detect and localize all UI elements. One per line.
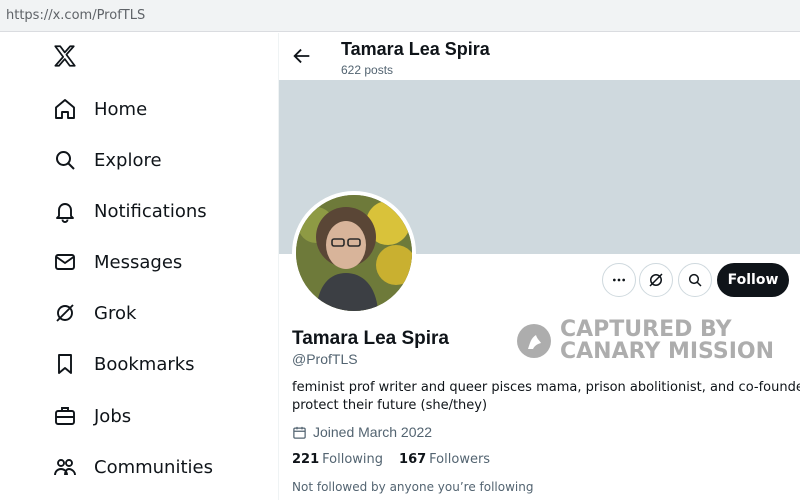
sidebar-item-grok[interactable]: Grok: [52, 293, 136, 333]
following-link[interactable]: 221 Following: [292, 452, 383, 467]
watermark-line-1: CAPTURED BY: [560, 317, 732, 342]
followers-link[interactable]: 167 Followers: [399, 452, 490, 467]
sidebar-item-label: Bookmarks: [94, 353, 195, 375]
back-arrow-icon[interactable]: [291, 45, 313, 67]
following-label: Following: [322, 452, 384, 467]
header-post-count: 622 posts: [341, 63, 394, 77]
search-profile-button[interactable]: [678, 263, 712, 297]
more-options-button[interactable]: [602, 263, 636, 297]
sidebar-item-notifications[interactable]: Notifications: [52, 191, 207, 231]
browser-address-bar[interactable]: https://x.com/ProfTLS: [0, 0, 800, 32]
bio-line-1: feminist prof writer and queer pisces ma…: [292, 380, 800, 395]
profile-bio: feminist prof writer and queer pisces ma…: [292, 379, 800, 415]
profile-name: Tamara Lea Spira: [292, 328, 450, 349]
follow-counts: 221 Following 167 Followers: [292, 452, 506, 467]
profile-handle: @ProfTLS: [292, 351, 358, 367]
search-icon: [52, 147, 78, 173]
follow-button[interactable]: Follow: [717, 263, 789, 297]
canary-logo-icon: [517, 324, 551, 358]
following-count: 221: [292, 452, 320, 467]
joined-label: Joined March 2022: [313, 424, 433, 440]
sidebar-item-label: Notifications: [94, 200, 207, 222]
sidebar-item-bookmarks[interactable]: Bookmarks: [52, 344, 195, 384]
grok-icon: [649, 273, 663, 287]
x-logo-icon[interactable]: [52, 43, 80, 71]
sidebar-item-label: Messages: [94, 251, 183, 273]
avatar[interactable]: [292, 191, 416, 315]
bell-icon: [52, 198, 78, 224]
watermark-line-2: CANARY MISSION: [560, 339, 775, 364]
sidebar-item-label: Jobs: [94, 405, 132, 427]
sidebar-item-messages[interactable]: Messages: [52, 242, 182, 282]
sidebar-item-label: Grok: [94, 302, 137, 324]
sidebar-item-label: Explore: [94, 149, 162, 171]
sidebar-item-label: Home: [94, 98, 148, 120]
header-profile-name: Tamara Lea Spira: [341, 39, 490, 59]
more-dots-icon: [613, 278, 625, 282]
sidebar-item-explore[interactable]: Explore: [52, 140, 162, 180]
briefcase-icon: [52, 403, 78, 429]
address-url[interactable]: https://x.com/ProfTLS: [6, 8, 145, 23]
sidebar-item-jobs[interactable]: Jobs: [52, 396, 131, 436]
followers-label: Followers: [429, 452, 491, 467]
not-followed-note: Not followed by anyone you’re following: [292, 480, 534, 494]
home-icon: [52, 96, 78, 122]
sidebar-item-label: Communities: [94, 456, 213, 478]
bio-line-2: protect their future (she/they): [292, 398, 488, 413]
calendar-icon: [293, 426, 306, 439]
people-icon: [52, 454, 78, 480]
grok-icon: [52, 300, 78, 326]
sidebar-item-home[interactable]: Home: [52, 89, 147, 129]
watermark: CAPTURED BY CANARY MISSION: [516, 319, 774, 363]
followers-count: 167: [399, 452, 427, 467]
sidebar-nav: Home Explore Notifications Messages Grok…: [0, 33, 278, 500]
sidebar-item-communities[interactable]: Communities: [52, 447, 213, 487]
search-icon: [688, 273, 702, 287]
joined-date: Joined March 2022: [292, 424, 432, 440]
grok-button[interactable]: [639, 263, 673, 297]
envelope-icon: [52, 249, 78, 275]
profile-column: Tamara Lea Spira 622 posts Follow Tamara…: [279, 33, 800, 500]
bookmark-icon: [52, 351, 78, 377]
